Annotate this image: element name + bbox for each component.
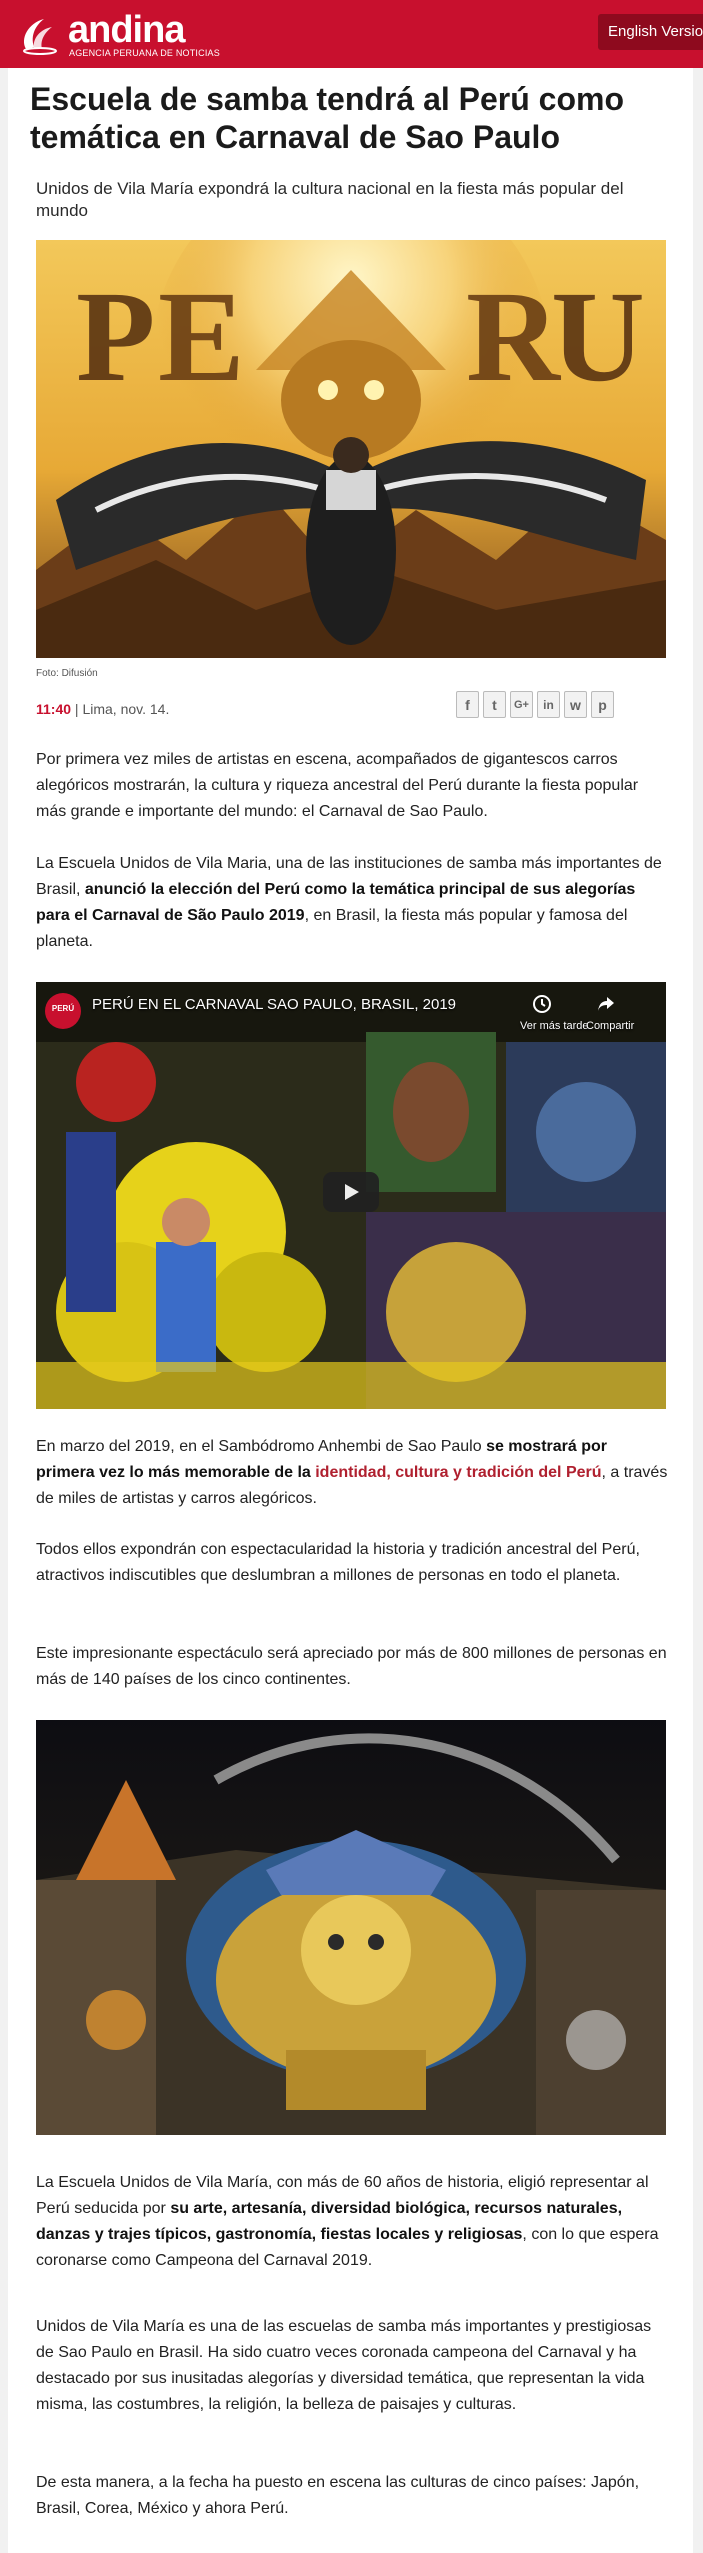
paragraph-3: En marzo del 2019, en el Sambódromo Anhe…: [36, 1434, 668, 1512]
logo-subtitle: AGENCIA PERUANA DE NOTICIAS: [69, 48, 220, 58]
svg-text:R: R: [466, 265, 562, 409]
google-plus-icon[interactable]: G+: [510, 691, 533, 718]
paragraph-3-text-a: En marzo del 2019, en el Sambódromo Anhe…: [36, 1438, 487, 1455]
share-arrow-icon[interactable]: [596, 994, 616, 1014]
article-subtitle: Unidos de Vila María expondrá la cultura…: [36, 179, 624, 220]
clock-icon[interactable]: [532, 994, 552, 1014]
peru-condor-image: P E R U: [36, 240, 666, 658]
article-meta: 11:40 | Lima, nov. 14.: [36, 701, 169, 717]
share-toolbar: f t G+ in w p: [456, 691, 614, 718]
print-icon[interactable]: p: [591, 691, 614, 718]
linkedin-icon[interactable]: in: [537, 691, 560, 718]
sambodromo-float-image: [36, 1720, 666, 2135]
facebook-icon[interactable]: f: [456, 691, 479, 718]
top-bar: andina AGENCIA PERUANA DE NOTICIAS Engli…: [0, 0, 703, 68]
play-button[interactable]: [323, 1172, 379, 1212]
photo-credit: Foto: Difusión: [36, 668, 98, 679]
right-page-border: [693, 68, 703, 2553]
whatsapp-icon[interactable]: w: [564, 691, 587, 718]
andina-logo[interactable]: andina AGENCIA PERUANA DE NOTICIAS: [18, 6, 220, 62]
play-icon: [345, 1184, 359, 1200]
paragraph-6: La Escuela Unidos de Vila María, con más…: [36, 2170, 668, 2274]
logo-text: andina: [68, 9, 185, 51]
svg-text:E: E: [158, 265, 245, 409]
paragraph-3-highlight: identidad, cultura y tradición del Perú: [315, 1464, 602, 1481]
video-share-label[interactable]: Compartir: [586, 1020, 634, 1032]
youtube-video-embed[interactable]: PERÚ PERÚ EN EL CARNAVAL SAO PAULO, BRAS…: [36, 982, 666, 1409]
paragraph-2: La Escuela Unidos de Vila Maria, una de …: [36, 851, 668, 955]
andina-logo-icon: [23, 19, 57, 55]
english-version-button[interactable]: English Version: [598, 14, 703, 50]
svg-text:U: U: [551, 265, 645, 409]
channel-badge-text: PERÚ: [51, 1004, 75, 1013]
paragraph-4: Todos ellos expondrán con espectacularid…: [36, 1541, 640, 1584]
article-title: Escuela de samba tendrá al Perú como tem…: [30, 81, 625, 155]
watch-later-label[interactable]: Ver más tarde: [520, 1020, 588, 1032]
left-page-border: [0, 68, 8, 2553]
publish-time: 11:40: [36, 701, 72, 717]
publish-place-date: | Lima, nov. 14.: [71, 701, 170, 717]
paragraph-7: Unidos de Vila María es una de las escue…: [36, 2318, 652, 2413]
svg-text:P: P: [76, 265, 155, 409]
paragraph-1: Por primera vez miles de artistas en esc…: [36, 751, 639, 820]
paragraph-8: De esta manera, a la fecha ha puesto en …: [36, 2474, 640, 2517]
video-title[interactable]: PERÚ EN EL CARNAVAL SAO PAULO, BRASIL, 2…: [92, 996, 456, 1013]
paragraph-5: Este impresionante espectáculo será apre…: [36, 1645, 667, 1688]
twitter-icon[interactable]: t: [483, 691, 506, 718]
